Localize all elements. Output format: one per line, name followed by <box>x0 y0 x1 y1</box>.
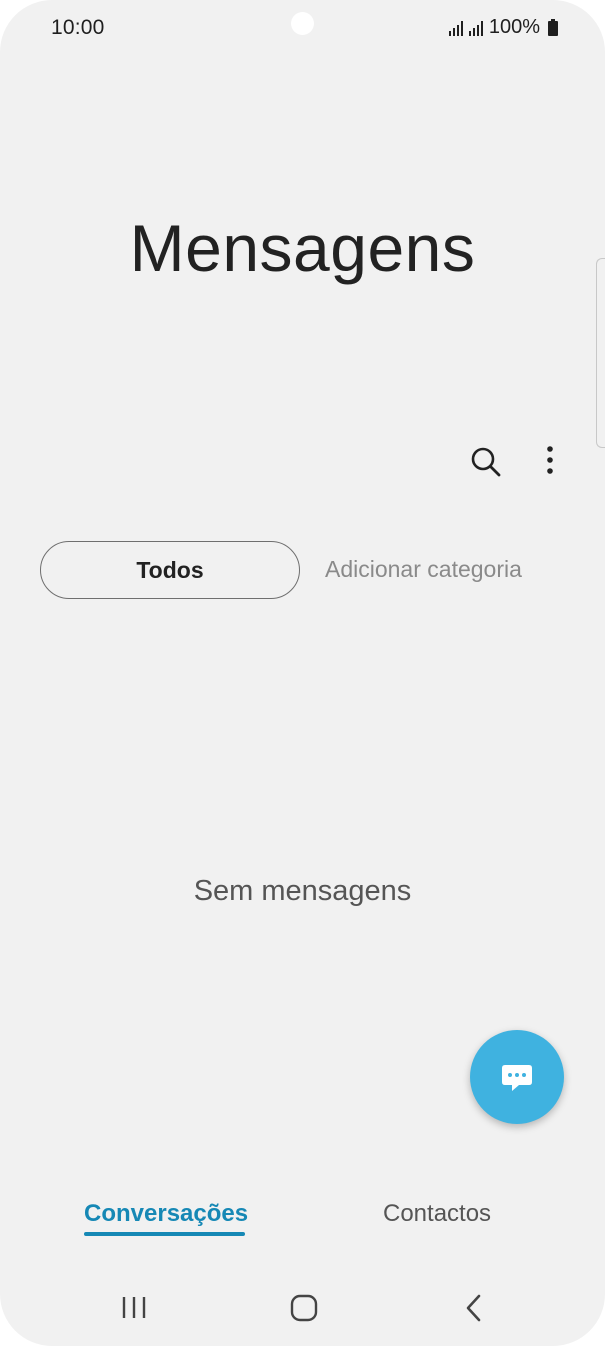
add-category-button[interactable]: Adicionar categoria <box>325 556 522 583</box>
front-camera <box>291 12 314 35</box>
battery-icon <box>548 19 558 36</box>
home-icon <box>290 1294 318 1322</box>
new-message-icon <box>502 1065 532 1091</box>
back-button[interactable] <box>455 1288 495 1328</box>
filter-chip-all[interactable]: Todos <box>40 541 300 599</box>
recent-apps-button[interactable] <box>115 1288 155 1328</box>
battery-percentage: 100% <box>488 16 540 38</box>
status-bar: 10:00 100% <box>0 0 605 56</box>
more-options-icon <box>547 446 553 474</box>
recent-apps-icon <box>122 1297 146 1318</box>
status-time: 10:00 <box>51 16 105 39</box>
tab-conversations[interactable]: Conversações <box>84 1200 248 1228</box>
active-tab-indicator <box>84 1232 245 1236</box>
page-title: Mensagens <box>129 211 476 285</box>
signal-icon <box>468 20 483 36</box>
status-icons: 100% <box>448 16 558 39</box>
new-message-button[interactable] <box>470 1030 564 1124</box>
search-button[interactable] <box>466 442 506 482</box>
more-options-button[interactable] <box>534 442 566 482</box>
search-icon <box>471 447 501 477</box>
signal-icon <box>448 20 463 36</box>
home-button[interactable] <box>284 1288 324 1328</box>
back-icon <box>466 1294 481 1322</box>
phone-screen: 10:00 100% Mensagens Todos Adicionar cat… <box>0 0 605 1346</box>
tab-contacts[interactable]: Contactos <box>383 1200 491 1228</box>
empty-state-text: Sem mensagens <box>193 875 412 907</box>
edge-panel-handle[interactable] <box>596 258 605 448</box>
